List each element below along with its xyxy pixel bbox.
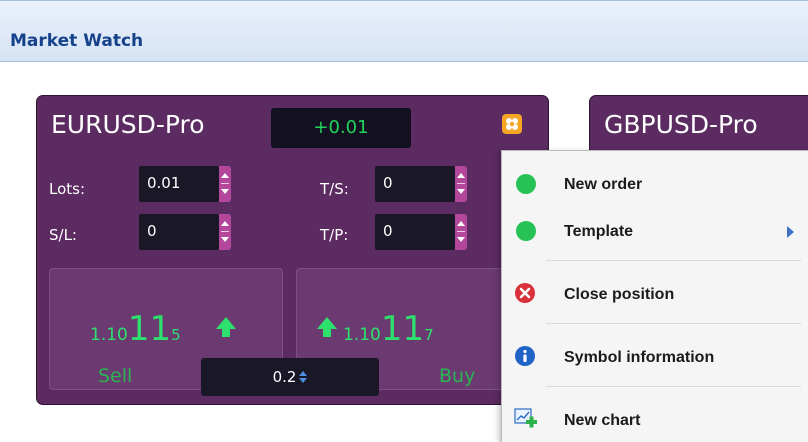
menu-item-label: Close position — [564, 286, 675, 303]
menu-item-new-order[interactable]: New order — [502, 167, 808, 201]
close-circle-icon — [514, 282, 536, 304]
new-chart-icon — [514, 408, 537, 430]
lots-value: 0.01 — [147, 174, 181, 192]
menu-item-template[interactable]: Template — [502, 214, 808, 248]
buy-label: Buy — [439, 365, 476, 387]
spread-box[interactable]: 0.2 — [201, 358, 379, 396]
settings-icon[interactable] — [502, 114, 522, 134]
tp-input[interactable]: 0 — [375, 214, 467, 250]
spread-value: 0.2 — [272, 368, 297, 386]
symbol-name: GBPUSD-Pro — [604, 110, 758, 139]
tp-value: 0 — [383, 222, 393, 240]
market-watch-header: Market Watch — [0, 0, 808, 62]
ts-label: T/S: — [320, 180, 349, 198]
tp-stepper[interactable] — [455, 214, 467, 250]
sl-input[interactable]: 0 — [139, 214, 231, 250]
price-change-badge: +0.01 — [271, 108, 411, 148]
lots-label: Lots: — [49, 180, 86, 198]
sort-arrows-icon — [299, 371, 308, 383]
ts-input[interactable]: 0 — [375, 166, 467, 202]
menu-separator — [546, 323, 801, 324]
sl-label: S/L: — [49, 226, 77, 244]
menu-item-symbol-information[interactable]: Symbol information — [502, 340, 808, 374]
sl-stepper[interactable] — [219, 214, 231, 250]
menu-item-new-chart[interactable]: New chart — [502, 403, 808, 437]
buy-price: 1.10117 — [343, 309, 434, 349]
sell-price: 1.10115 — [90, 309, 181, 349]
up-arrow-icon — [216, 317, 236, 329]
green-dot-icon — [516, 221, 536, 241]
sl-value: 0 — [147, 222, 157, 240]
context-menu: New order Template Close position Symbol… — [501, 150, 808, 442]
up-arrow-icon — [317, 317, 337, 329]
menu-item-label: Template — [564, 223, 634, 240]
lots-stepper[interactable] — [219, 166, 231, 202]
submenu-arrow-icon — [787, 226, 794, 238]
symbol-name: EURUSD-Pro — [51, 110, 205, 139]
symbol-card-eurusd[interactable]: EURUSD-Pro +0.01 Lots: 0.01 S/L: 0 T/S: … — [36, 95, 549, 405]
menu-item-label: New chart — [564, 412, 641, 429]
menu-item-label: New order — [564, 176, 643, 193]
ts-stepper[interactable] — [455, 166, 467, 202]
menu-separator — [546, 260, 801, 261]
sell-label: Sell — [98, 365, 133, 387]
panel-title: Market Watch — [10, 31, 144, 51]
menu-separator — [546, 386, 801, 387]
tp-label: T/P: — [320, 226, 349, 244]
menu-item-close-position[interactable]: Close position — [502, 277, 808, 311]
ts-value: 0 — [383, 174, 393, 192]
info-icon — [514, 345, 536, 367]
green-dot-icon — [516, 174, 536, 194]
menu-item-label: Symbol information — [564, 349, 715, 366]
lots-input[interactable]: 0.01 — [139, 166, 231, 202]
